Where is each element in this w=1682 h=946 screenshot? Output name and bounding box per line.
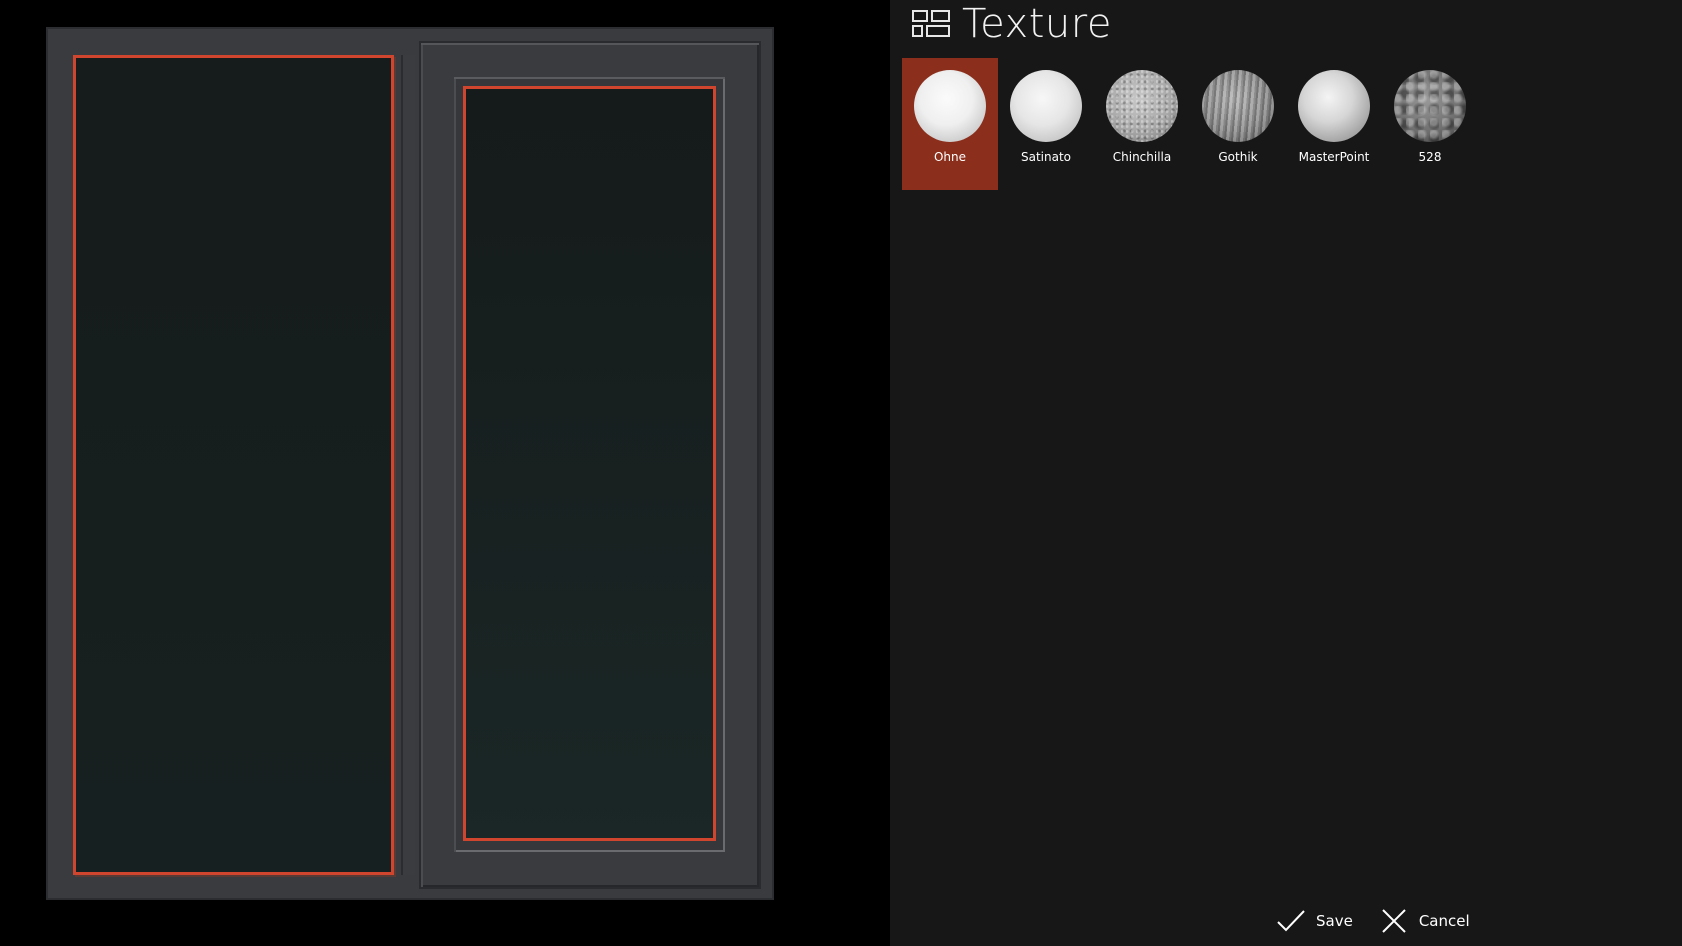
texture-option-masterpoint[interactable]: MasterPoint xyxy=(1286,58,1382,190)
texture-swatch-ohne xyxy=(914,70,986,142)
layout-icon xyxy=(912,10,950,38)
save-label: Save xyxy=(1316,912,1353,930)
texture-label: Chinchilla xyxy=(1112,150,1172,164)
window-preview xyxy=(0,0,890,946)
texture-swatch-masterpoint xyxy=(1298,70,1370,142)
texture-swatch-528 xyxy=(1394,70,1466,142)
action-bar: Save Cancel xyxy=(1276,908,1496,934)
texture-label: MasterPoint xyxy=(1298,150,1370,164)
texture-label: 528 xyxy=(1418,150,1442,164)
texture-label: Satinato xyxy=(1020,150,1071,164)
texture-label: Gothik xyxy=(1218,150,1258,164)
cancel-label: Cancel xyxy=(1418,912,1470,930)
cancel-button[interactable]: Cancel xyxy=(1379,908,1470,934)
texture-label: Ohne xyxy=(933,150,967,164)
texture-swatch-satinato xyxy=(1010,70,1082,142)
sash-pane-glass xyxy=(463,86,716,841)
app-window: Texture Ohne Satinato Chinchilla Gothik … xyxy=(0,0,1682,946)
checkmark-icon xyxy=(1277,910,1305,932)
texture-option-chinchilla[interactable]: Chinchilla xyxy=(1094,58,1190,190)
save-button[interactable]: Save xyxy=(1276,908,1353,934)
texture-option-gothik[interactable]: Gothik xyxy=(1190,58,1286,190)
page-title: Texture xyxy=(962,1,1112,47)
texture-list: Ohne Satinato Chinchilla Gothik MasterPo… xyxy=(902,58,1478,190)
texture-swatch-gothik xyxy=(1202,70,1274,142)
texture-option-ohne[interactable]: Ohne xyxy=(902,58,998,190)
mullion xyxy=(401,55,415,875)
fixed-pane-glass xyxy=(73,55,394,875)
texture-option-528[interactable]: 528 xyxy=(1382,58,1478,190)
texture-option-satinato[interactable]: Satinato xyxy=(998,58,1094,190)
panel-header: Texture xyxy=(912,0,1112,48)
close-icon xyxy=(1382,909,1406,933)
texture-swatch-chinchilla xyxy=(1106,70,1178,142)
